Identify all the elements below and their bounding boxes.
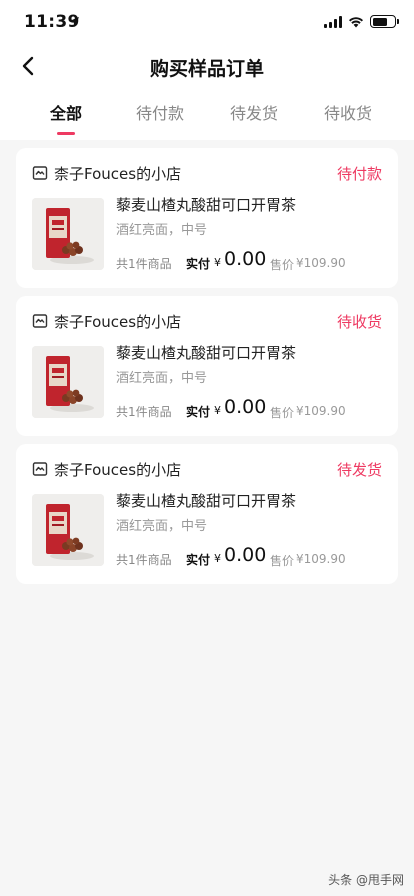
paid-currency: ¥ <box>214 404 221 417</box>
product-spec: 酒红亮面，中号 <box>116 519 208 534</box>
shop-row[interactable]: 柰子Fouces的小店 <box>32 310 181 332</box>
shop-icon <box>32 166 48 180</box>
order-status: 待发货 <box>336 461 382 479</box>
item-count: 共1件商品 <box>116 405 172 419</box>
wifi-icon <box>349 16 363 27</box>
tab-pending-payment[interactable]: 待付款 <box>113 100 207 136</box>
paid-label: 实付 <box>186 553 211 567</box>
paid-amount: 0.00 <box>224 248 267 270</box>
product-thumbnail <box>32 198 104 270</box>
product-thumbnail <box>32 346 104 418</box>
paid-label: 实付 <box>186 257 211 271</box>
order-card[interactable]: 柰子Fouces的小店 待收货 藜麦山楂丸酸甜可口开胃茶 酒红亮面，中号 共1件… <box>16 296 398 436</box>
shop-icon <box>32 462 48 476</box>
order-tabs: 全部 待付款 待发货 待收货 <box>0 100 414 140</box>
paid-label: 实付 <box>186 405 211 419</box>
product-spec: 酒红亮面，中号 <box>116 371 208 386</box>
shop-name: 柰子Fouces的小店 <box>54 312 182 331</box>
location-arrow-icon <box>69 17 79 27</box>
shop-name: 柰子Fouces的小店 <box>54 164 182 183</box>
product-name: 藜麦山楂丸酸甜可口开胃茶 <box>116 344 297 362</box>
paid-currency: ¥ <box>214 256 221 269</box>
paid-amount: 0.00 <box>224 544 267 566</box>
sale-price: ¥109.90 <box>296 404 346 418</box>
navigation-bar: 购买样品订单 <box>0 44 414 88</box>
tab-pending-shipment[interactable]: 待发货 <box>207 100 301 136</box>
battery-icon <box>370 15 399 28</box>
order-card[interactable]: 柰子Fouces的小店 待发货 藜麦山楂丸酸甜可口开胃茶 酒红亮面，中号 共1件… <box>16 444 398 584</box>
sale-price: ¥109.90 <box>296 552 346 566</box>
product-name: 藜麦山楂丸酸甜可口开胃茶 <box>116 196 297 214</box>
cellular-signal-icon <box>324 15 342 28</box>
shop-name: 柰子Fouces的小店 <box>54 460 182 479</box>
shop-icon <box>32 314 48 328</box>
sale-price-label: 售价 <box>270 258 295 272</box>
sale-price: ¥109.90 <box>296 256 346 270</box>
order-list: 柰子Fouces的小店 待付款 藜麦山楂丸酸甜可口开胃茶 酒红亮面，中号 共1件… <box>16 148 398 592</box>
order-status: 待付款 <box>336 165 382 183</box>
order-status: 待收货 <box>336 313 382 331</box>
shop-row[interactable]: 柰子Fouces的小店 <box>32 458 181 480</box>
product-name: 藜麦山楂丸酸甜可口开胃茶 <box>116 492 297 510</box>
shop-row[interactable]: 柰子Fouces的小店 <box>32 162 181 184</box>
sale-price-label: 售价 <box>270 406 295 420</box>
item-count: 共1件商品 <box>116 553 172 567</box>
product-spec: 酒红亮面，中号 <box>116 223 208 238</box>
order-card[interactable]: 柰子Fouces的小店 待付款 藜麦山楂丸酸甜可口开胃茶 酒红亮面，中号 共1件… <box>16 148 398 288</box>
product-thumbnail <box>32 494 104 566</box>
watermark: 头条 @甩手网 <box>328 873 404 887</box>
status-indicators <box>324 15 399 28</box>
page-title: 购买样品订单 <box>149 58 264 80</box>
tab-pending-receipt[interactable]: 待收货 <box>301 100 395 136</box>
item-count: 共1件商品 <box>116 257 172 271</box>
status-bar: 11:39 <box>0 0 414 44</box>
paid-amount: 0.00 <box>224 396 267 418</box>
paid-currency: ¥ <box>214 552 221 565</box>
tab-all[interactable]: 全部 <box>19 100 113 136</box>
sale-price-label: 售价 <box>270 554 295 568</box>
